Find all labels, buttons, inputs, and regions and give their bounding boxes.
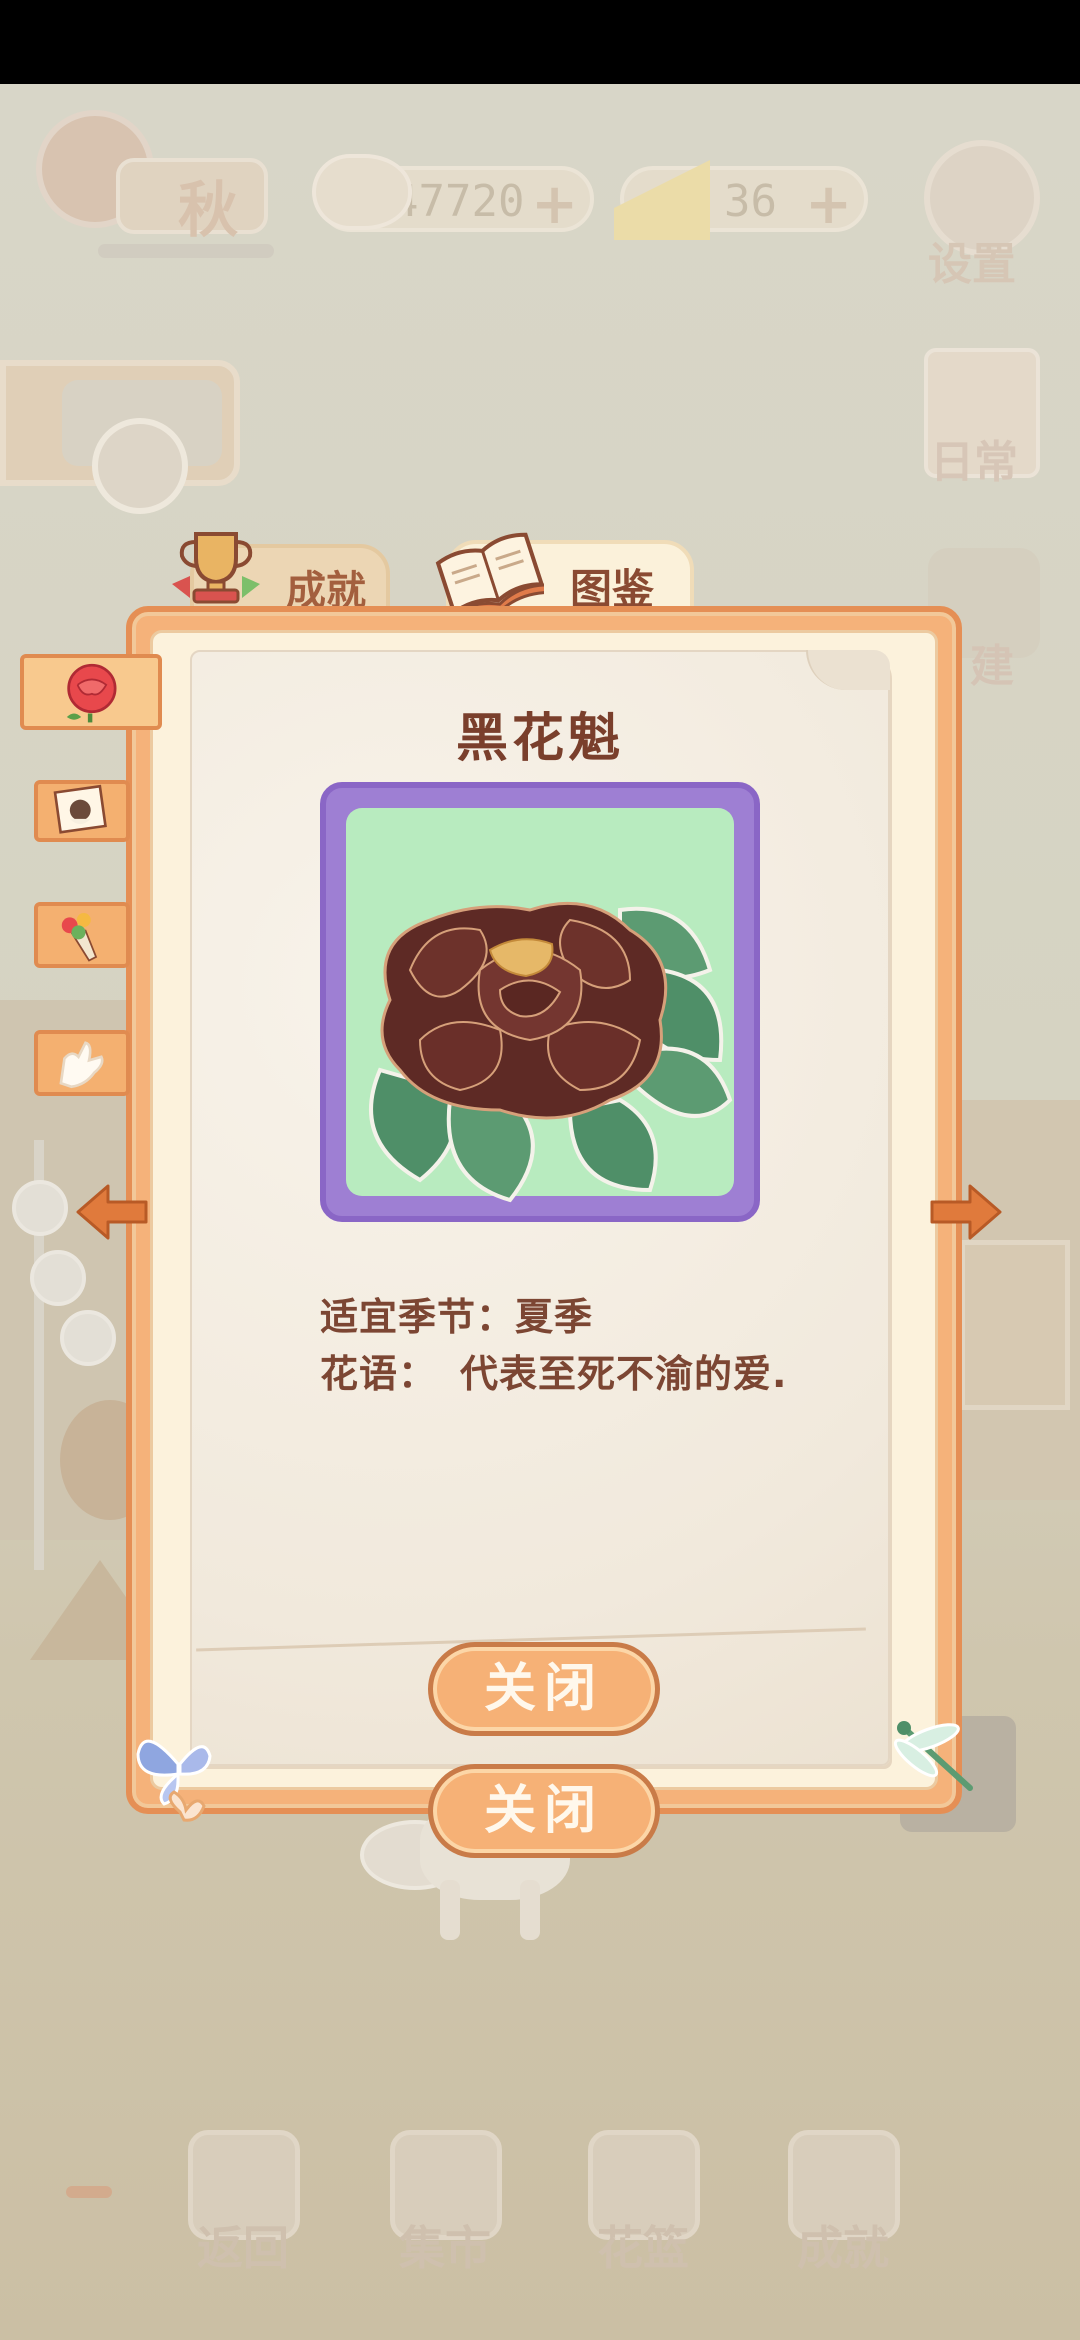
- play-icon: [92, 418, 188, 514]
- close-button-secondary[interactable]: 关闭: [428, 1764, 660, 1858]
- book-icon: [435, 532, 544, 618]
- cheese-count: 36: [724, 176, 777, 227]
- season-label: 秋: [178, 176, 238, 246]
- add-fish-icon: +: [531, 172, 578, 237]
- hand-icon: [59, 1041, 104, 1089]
- season-progress: [98, 244, 274, 258]
- season-indicator: 秋: [36, 110, 274, 260]
- category-tab-flowers[interactable]: [20, 654, 162, 730]
- category-tab-gestures[interactable]: [34, 1030, 130, 1096]
- arrow-right-icon[interactable]: [928, 1180, 1004, 1244]
- lantern-icon: [30, 1250, 86, 1306]
- bouquet-icon: [61, 913, 98, 962]
- flower-language-key: 花语：: [320, 1352, 438, 1396]
- season-value: 夏季: [515, 1295, 594, 1339]
- arrow-left-icon[interactable]: [74, 1180, 150, 1244]
- dock-item-basket: 花篮: [578, 2130, 708, 2275]
- flower-language-value: 代表至死不渝的爱.: [460, 1352, 788, 1396]
- dragonfly-icon: [893, 1721, 973, 1791]
- rose-icon: [66, 663, 117, 723]
- category-tab-photos[interactable]: [34, 780, 130, 842]
- close-button[interactable]: 关闭: [428, 1642, 660, 1736]
- lantern-icon: [12, 1180, 68, 1236]
- flower-name: 黑花魁: [455, 709, 624, 769]
- flower-language-info: 花语： 代表至死不渝的爱.: [320, 1350, 800, 1398]
- fish-icon: [312, 154, 412, 230]
- butterfly-icon: [136, 1739, 212, 1822]
- status-bar: [0, 0, 1080, 84]
- lantern-icon: [60, 1310, 116, 1366]
- dock-item-market: 集市: [380, 2130, 510, 2275]
- settings-label: 设置: [928, 239, 1016, 290]
- dock-item-achievement: 成就: [778, 2130, 908, 2275]
- add-cheese-icon: +: [805, 172, 852, 237]
- dock-handle: [66, 2186, 112, 2198]
- cat-photo-icon: [53, 784, 107, 834]
- season-info: 适宜季节：夏季: [320, 1286, 593, 1341]
- daily-label: 日常: [930, 437, 1018, 488]
- backpack-panel: [0, 360, 240, 514]
- season-key: 适宜季节：: [320, 1295, 516, 1339]
- black-peony-image: [369, 901, 733, 1203]
- fish-count: 47720: [392, 176, 525, 227]
- trophy-icon: [172, 532, 260, 604]
- build-label: 建: [970, 641, 1014, 692]
- category-tab-bouquets[interactable]: [34, 902, 130, 968]
- dock-item-back: 返回: [178, 2130, 308, 2275]
